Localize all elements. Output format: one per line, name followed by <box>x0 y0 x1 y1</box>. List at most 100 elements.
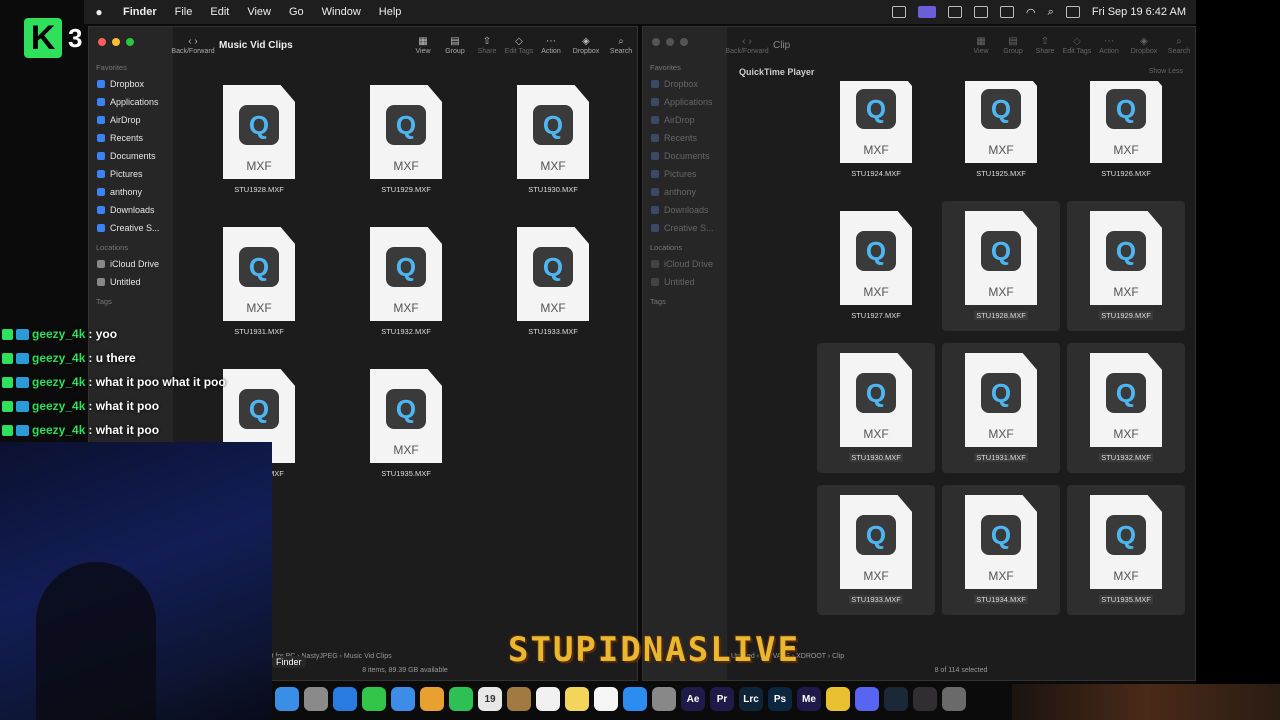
action-button[interactable]: ⋯ Action <box>535 36 567 55</box>
dock-messages-icon[interactable] <box>362 687 386 711</box>
sidebar-item-6[interactable]: anthony <box>643 183 727 201</box>
sidebar-item-3[interactable]: Recents <box>89 129 173 147</box>
sidebar-item-7[interactable]: Downloads <box>643 201 727 219</box>
group-button[interactable]: ▤ Group <box>439 36 471 55</box>
minimize-window-icon[interactable] <box>112 38 120 46</box>
dock-reminders-icon[interactable] <box>536 687 560 711</box>
file-item[interactable]: Q MXF STU1935.MXF <box>1067 485 1185 615</box>
view-button[interactable]: ▦ View <box>965 36 997 55</box>
dock-app-store-icon[interactable] <box>623 687 647 711</box>
dock-discord-icon[interactable] <box>855 687 879 711</box>
dock-freeform-icon[interactable] <box>594 687 618 711</box>
sidebar-item-1[interactable]: Applications <box>643 93 727 111</box>
menu-view[interactable]: View <box>238 6 280 18</box>
file-item[interactable]: Q MXF STU1925.MXF <box>942 81 1060 189</box>
dropbox-button[interactable]: ◈ Dropbox <box>567 36 605 55</box>
file-item[interactable]: Q MXF STU1933.MXF <box>817 485 935 615</box>
sidebar-item-5[interactable]: Pictures <box>89 165 173 183</box>
sidebar-item-1[interactable]: Applications <box>89 93 173 111</box>
sidebar-location-0[interactable]: iCloud Drive <box>643 255 727 273</box>
close-window-icon[interactable] <box>652 38 660 46</box>
dock-steam-icon[interactable] <box>884 687 908 711</box>
search-button[interactable]: ⌕ Search <box>1163 36 1195 55</box>
dock-calendar-icon[interactable]: 19 <box>478 687 502 711</box>
file-item[interactable]: Q MXF STU1932.MXF <box>347 217 465 347</box>
edit-tags-button[interactable]: ◇ Edit Tags <box>1061 36 1093 55</box>
dropbox-button[interactable]: ◈ Dropbox <box>1125 36 1163 55</box>
sidebar-item-0[interactable]: Dropbox <box>89 75 173 93</box>
keyboard-icon[interactable] <box>974 6 989 18</box>
menu-help[interactable]: Help <box>370 6 411 18</box>
dock-trash-icon[interactable] <box>942 687 966 711</box>
file-item[interactable]: Q MXF STU1928.MXF <box>200 75 318 205</box>
dock-launchpad-icon[interactable] <box>304 687 328 711</box>
file-item[interactable]: Q MXF STU1930.MXF <box>494 75 612 205</box>
wifi-icon[interactable]: ◠ <box>1026 6 1036 19</box>
menu-go[interactable]: Go <box>280 6 313 18</box>
sidebar-item-6[interactable]: anthony <box>89 183 173 201</box>
file-item[interactable]: Q MXF STU1929.MXF <box>1067 201 1185 331</box>
dock-notes-icon[interactable] <box>565 687 589 711</box>
group-button[interactable]: ▤ Group <box>997 36 1029 55</box>
sidebar-item-0[interactable]: Dropbox <box>643 75 727 93</box>
sidebar-location-0[interactable]: iCloud Drive <box>89 255 173 273</box>
show-less-button[interactable]: Show Less <box>1149 63 1195 81</box>
dock-obs-icon[interactable] <box>913 687 937 711</box>
dock-lightroom-classic-icon[interactable]: Lrc <box>739 687 763 711</box>
zoom-window-icon[interactable] <box>126 38 134 46</box>
sidebar-item-2[interactable]: AirDrop <box>89 111 173 129</box>
menu-app-name[interactable]: Finder <box>114 6 166 18</box>
menu-file[interactable]: File <box>166 6 202 18</box>
dock-mail-icon[interactable] <box>391 687 415 711</box>
share-button[interactable]: ⇧ Share <box>1029 36 1061 55</box>
dock-premiere-icon[interactable]: Pr <box>710 687 734 711</box>
status-icon[interactable] <box>892 6 907 18</box>
file-item[interactable]: Q MXF STU1930.MXF <box>817 343 935 473</box>
sidebar-location-1[interactable]: Untitled <box>89 273 173 291</box>
file-item[interactable]: Q MXF STU1931.MXF <box>942 343 1060 473</box>
file-item[interactable]: Q MXF STU1927.MXF <box>817 201 935 331</box>
dock-finder-icon[interactable] <box>275 687 299 711</box>
sidebar-item-2[interactable]: AirDrop <box>643 111 727 129</box>
sidebar-location-1[interactable]: Untitled <box>643 273 727 291</box>
spotlight-icon[interactable]: ⌕ <box>1048 6 1054 19</box>
dock-media-encoder-icon[interactable]: Me <box>797 687 821 711</box>
file-item[interactable]: Q MXF STU1935.MXF <box>347 359 465 489</box>
dock-system-settings-icon[interactable] <box>652 687 676 711</box>
sidebar-item-7[interactable]: Downloads <box>89 201 173 219</box>
dock-archive-icon[interactable] <box>507 687 531 711</box>
sidebar-item-8[interactable]: Creative S... <box>89 219 173 237</box>
apple-menu-icon[interactable]: ● <box>84 5 114 19</box>
menu-window[interactable]: Window <box>313 6 370 18</box>
close-window-icon[interactable] <box>98 38 106 46</box>
screen-record-icon[interactable] <box>918 6 937 18</box>
sidebar-item-4[interactable]: Documents <box>643 147 727 165</box>
file-item[interactable]: Q MXF STU1934.MXF <box>942 485 1060 615</box>
battery-icon[interactable] <box>1000 6 1015 18</box>
search-button[interactable]: ⌕ Search <box>605 36 637 55</box>
zoom-window-icon[interactable] <box>680 38 688 46</box>
view-button[interactable]: ▦ View <box>407 36 439 55</box>
dock-facetime-icon[interactable] <box>449 687 473 711</box>
dropbox-status-icon[interactable] <box>948 6 963 18</box>
sidebar-item-4[interactable]: Documents <box>89 147 173 165</box>
minimize-window-icon[interactable] <box>666 38 674 46</box>
edit-tags-button[interactable]: ◇ Edit Tags <box>503 36 535 55</box>
file-item[interactable]: Q MXF STU1924.MXF <box>817 81 935 189</box>
file-item[interactable]: Q MXF STU1928.MXF <box>942 201 1060 331</box>
back-forward-button[interactable]: ‹ › Back/Forward <box>725 36 768 55</box>
action-button[interactable]: ⋯ Action <box>1093 36 1125 55</box>
dock-safari-icon[interactable] <box>333 687 357 711</box>
menu-edit[interactable]: Edit <box>201 6 238 18</box>
dock-photos-icon[interactable] <box>420 687 444 711</box>
share-button[interactable]: ⇧ Share <box>471 36 503 55</box>
sidebar-item-5[interactable]: Pictures <box>643 165 727 183</box>
file-item[interactable]: Q MXF STU1929.MXF <box>347 75 465 205</box>
file-item[interactable]: Q MXF STU1933.MXF <box>494 217 612 347</box>
sidebar-item-8[interactable]: Creative S... <box>643 219 727 237</box>
file-item[interactable]: Q MXF STU1926.MXF <box>1067 81 1185 189</box>
dock-chrome-icon[interactable] <box>826 687 850 711</box>
back-forward-button[interactable]: ‹ › Back/Forward <box>171 36 214 55</box>
control-center-icon[interactable] <box>1065 6 1080 18</box>
file-item[interactable]: Q MXF STU1932.MXF <box>1067 343 1185 473</box>
